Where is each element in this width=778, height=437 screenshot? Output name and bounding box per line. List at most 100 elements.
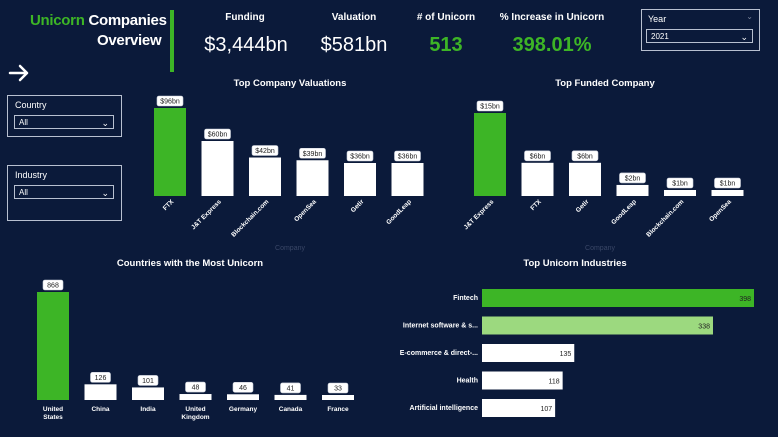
- data-label: $60bn: [204, 128, 231, 140]
- data-label: $1bn: [666, 177, 694, 189]
- bar-blockchain-com[interactable]: [664, 190, 696, 196]
- title-divider: [170, 10, 174, 72]
- industry-dropdown-value: All: [19, 188, 28, 197]
- bar-getir[interactable]: [569, 162, 601, 196]
- country-dropdown[interactable]: All ⌄: [14, 115, 114, 129]
- title-rest: Companies: [88, 12, 167, 29]
- svg-text:$6bn: $6bn: [530, 153, 546, 160]
- arrow-right-icon[interactable]: [8, 62, 30, 84]
- data-label: 868: [42, 279, 64, 291]
- tick-label: J&T Express: [190, 198, 223, 231]
- chevron-down-icon: ⌄: [740, 32, 748, 42]
- bar-opensea[interactable]: [711, 190, 744, 196]
- svg-text:$1bn: $1bn: [720, 181, 736, 188]
- svg-text:48: 48: [192, 385, 200, 392]
- data-label: $39bn: [299, 147, 326, 159]
- data-label: 118: [548, 379, 559, 386]
- data-label: $1bn: [714, 177, 741, 189]
- chevron-down-icon[interactable]: ⌄: [746, 12, 753, 21]
- kpi-value: 398.01%: [512, 34, 592, 56]
- country-slicer: Country All ⌄: [7, 95, 122, 137]
- tick-label: Fintech: [453, 295, 478, 302]
- country-slicer-label: Country: [15, 100, 47, 110]
- bar-china[interactable]: [84, 384, 117, 400]
- tick-label: China: [91, 406, 109, 413]
- year-dropdown[interactable]: 2021 ⌄: [646, 29, 753, 43]
- bar-goodleap[interactable]: [616, 184, 649, 196]
- kpi-label: Funding: [225, 12, 265, 23]
- kpi-value: 513: [429, 34, 463, 56]
- page-title-line2: Overview: [97, 32, 162, 49]
- year-slicer-label: Year: [648, 14, 667, 24]
- industry-slicer: Industry All ⌄: [7, 165, 122, 221]
- bar-france[interactable]: [322, 395, 354, 400]
- bar-germany[interactable]: [227, 394, 259, 400]
- dashboard: Unicorn Companies Overview Funding $3,44…: [0, 0, 778, 437]
- data-label: $6bn: [571, 150, 599, 162]
- tick-label: GoodLeap: [385, 198, 413, 226]
- data-label: 338: [698, 324, 710, 331]
- bar-goodleap[interactable]: [391, 163, 424, 196]
- tick-label: United: [185, 406, 205, 413]
- data-label: 41: [280, 382, 301, 394]
- tick-label: France: [327, 406, 349, 413]
- data-label: 101: [137, 375, 159, 386]
- svg-text:41: 41: [287, 385, 295, 392]
- data-label: 46: [232, 381, 254, 393]
- tick-label: E-commerce & direct-...: [400, 350, 478, 357]
- bar-j-t-express[interactable]: [474, 113, 506, 196]
- tick-label: Germany: [229, 406, 258, 413]
- tick-label: OpenSea: [708, 198, 733, 223]
- data-label: $36bn: [346, 150, 374, 162]
- svg-text:$15bn: $15bn: [480, 104, 500, 111]
- bar-blockchain-com[interactable]: [249, 157, 281, 197]
- x-axis-title: Company: [275, 245, 305, 252]
- data-label: 107: [540, 406, 552, 413]
- bar-ftx[interactable]: [154, 108, 186, 196]
- bar-ftx[interactable]: [521, 162, 554, 196]
- title-accent: Unicorn: [30, 12, 85, 29]
- bar-j-t-express[interactable]: [201, 141, 234, 196]
- valuations-chart: $96bn FTX $60bn J&T Express $42bn Blockchain.…: [154, 95, 424, 252]
- tick-label: Internet software & s...: [403, 323, 478, 330]
- x-axis-title: Company: [585, 245, 615, 252]
- tick-label: Getir: [575, 198, 591, 214]
- funded-chart: $15bn J&T Express $6bn FTX $6bn Getir $2bn Good…: [463, 100, 744, 252]
- svg-text:$1bn: $1bn: [672, 181, 688, 188]
- chevron-down-icon: ⌄: [101, 188, 109, 198]
- tick-label: Blockchain.com: [230, 198, 270, 238]
- svg-text:868: 868: [47, 283, 59, 290]
- bar-opensea[interactable]: [296, 160, 329, 196]
- kpi-label: # of Unicorn: [416, 12, 476, 23]
- data-label: $15bn: [476, 100, 504, 112]
- svg-text:46: 46: [239, 385, 247, 392]
- chevron-down-icon: ⌄: [101, 118, 109, 128]
- data-label: $6bn: [524, 150, 551, 162]
- data-label: $42bn: [251, 145, 279, 156]
- bar-internet-software-s-[interactable]: [482, 316, 713, 335]
- data-label: $2bn: [619, 172, 646, 184]
- country-dropdown-value: All: [19, 118, 28, 127]
- tick-label: Canada: [279, 406, 303, 413]
- tick-label: FTX: [162, 198, 176, 212]
- bar-canada[interactable]: [274, 394, 307, 400]
- bar-fintech[interactable]: [482, 289, 754, 307]
- bar-getir[interactable]: [344, 163, 376, 196]
- bar-india[interactable]: [132, 387, 164, 400]
- industry-slicer-label: Industry: [15, 170, 48, 180]
- data-label: 135: [560, 351, 572, 358]
- svg-text:$42bn: $42bn: [255, 148, 275, 155]
- data-label: 398: [739, 296, 751, 303]
- countries-chart: 868UnitedStates126China101India48UnitedK…: [37, 279, 354, 421]
- industries-chart: Fintech 398 Internet software & s... 338 E-c…: [400, 289, 754, 417]
- bar-united-kingdom[interactable]: [179, 394, 212, 400]
- page-title: Unicorn Companies: [30, 12, 167, 29]
- data-label: $36bn: [394, 150, 421, 162]
- kpi-label: Valuation: [331, 12, 377, 23]
- tick-label: J&T Express: [463, 198, 496, 231]
- tick-label: OpenSea: [293, 198, 318, 223]
- tick-label: GoodLeap: [610, 198, 638, 226]
- industry-dropdown[interactable]: All ⌄: [14, 185, 114, 199]
- svg-text:126: 126: [95, 375, 107, 382]
- bar-united-states[interactable]: [37, 292, 69, 400]
